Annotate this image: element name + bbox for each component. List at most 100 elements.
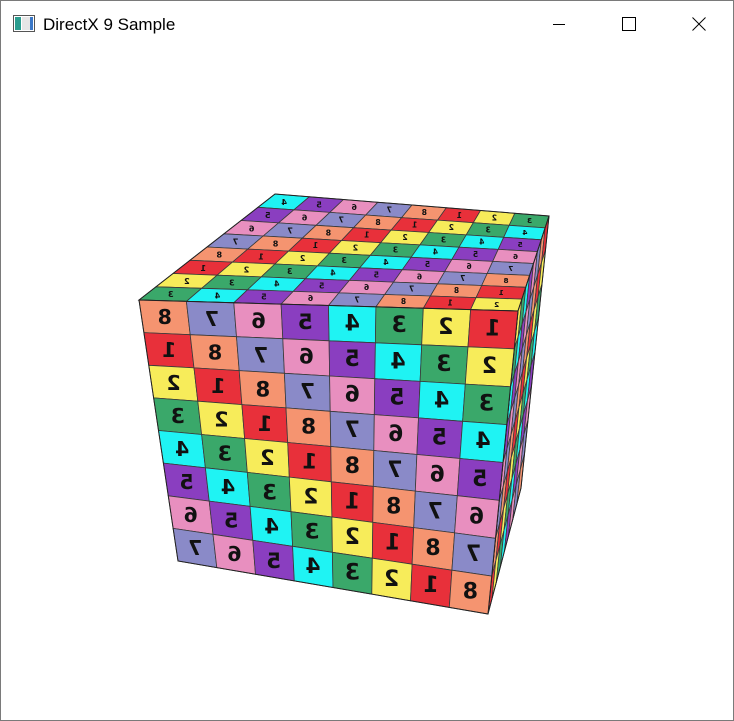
tile-number: 6 <box>469 504 484 529</box>
tile-number: 3 <box>217 441 231 465</box>
tile-number: 8 <box>386 494 401 519</box>
tile-number: 7 <box>387 205 392 214</box>
tile-number: 4 <box>383 258 388 267</box>
minimize-button[interactable] <box>536 1 582 47</box>
tile-number: 6 <box>249 223 255 233</box>
tile-number: 5 <box>319 281 324 290</box>
maximize-button[interactable] <box>606 1 652 47</box>
tile-number: 4 <box>274 280 280 289</box>
maximize-icon <box>622 17 636 31</box>
tile-number: 7 <box>428 499 443 524</box>
tile-number: 6 <box>184 503 198 527</box>
tile-number: 3 <box>436 352 451 377</box>
tile-number: 7 <box>188 536 202 560</box>
tile-number: 7 <box>508 264 513 273</box>
tile-number: 7 <box>204 307 218 331</box>
close-icon <box>692 17 706 31</box>
tile-number: 4 <box>479 238 484 247</box>
tile-number: 3 <box>287 267 293 276</box>
tile-number: 2 <box>345 525 360 550</box>
tile-number: 4 <box>221 475 235 499</box>
tile-number: 2 <box>260 445 275 470</box>
tile-number: 3 <box>262 479 277 504</box>
tile-number: 4 <box>522 228 527 237</box>
tile-number: 5 <box>374 271 379 280</box>
tile-number: 7 <box>460 274 465 283</box>
tile-number: 3 <box>304 519 319 544</box>
tile-number: 8 <box>401 297 406 306</box>
tile-number: 7 <box>409 285 414 294</box>
app-window: DirectX 9 Sample 45678123567812346781234… <box>0 0 734 721</box>
tile-number: 1 <box>447 298 452 307</box>
cube-top-face: 4 5 6 7 8 1 2 35 6 7 8 1 2 3 46 7 8 1 2 3 4 57 8 1 2 3 4 5 68 1 2 3 4 5 6 7… <box>137 193 550 312</box>
tile-number: 1 <box>200 263 206 273</box>
window-title: DirectX 9 Sample <box>43 15 176 34</box>
tile-number: 2 <box>244 265 250 275</box>
tile-number: 6 <box>308 294 313 303</box>
tile-number: 4 <box>305 554 320 579</box>
tile-number: 8 <box>326 228 332 237</box>
tile-number: 7 <box>232 236 238 246</box>
tile-number: 3 <box>391 313 406 338</box>
tile-number: 2 <box>384 567 399 592</box>
tile-number: 7 <box>339 216 345 225</box>
tile-number: 5 <box>316 200 322 210</box>
tile-number: 6 <box>430 462 445 487</box>
tile-number: 8 <box>345 454 360 479</box>
tile-number: 5 <box>224 509 238 533</box>
tile-number: 1 <box>457 211 462 220</box>
tile-number: 4 <box>330 269 336 278</box>
tile-number: 5 <box>472 467 487 492</box>
tile-number: 2 <box>402 233 407 242</box>
tile-number: 1 <box>162 338 176 362</box>
tile-number: 1 <box>258 411 273 436</box>
tile-number: 4 <box>475 429 490 454</box>
tile-number: 2 <box>353 243 358 252</box>
tile-number: 1 <box>302 450 317 475</box>
tile-number: 6 <box>417 272 422 281</box>
tile-number: 8 <box>503 276 508 285</box>
tile-number: 7 <box>300 380 315 405</box>
tile-number: 3 <box>441 235 446 244</box>
tile-number: 8 <box>375 218 380 227</box>
tile-number: 8 <box>256 377 271 402</box>
close-button[interactable] <box>676 1 722 47</box>
tile-number: 5 <box>345 347 360 372</box>
tile-number: 1 <box>485 317 500 342</box>
tile-number: 6 <box>351 203 357 212</box>
tile-number: 6 <box>388 422 403 447</box>
tile-number: 4 <box>214 291 220 301</box>
tile-number: 4 <box>281 197 287 207</box>
tile-number: 3 <box>345 561 360 586</box>
tile-number: 8 <box>425 536 440 561</box>
tile-number: 5 <box>389 386 404 411</box>
render-area[interactable]: 4567812356781234678123457812345681234567… <box>1 48 733 720</box>
tile-number: 2 <box>184 276 190 286</box>
tile-number: 1 <box>345 489 360 514</box>
tile-number: 1 <box>499 288 504 297</box>
tile-number: 1 <box>313 241 319 250</box>
tile-number: 8 <box>272 239 278 249</box>
tile-number: 3 <box>527 216 532 225</box>
tile-number: 2 <box>482 354 497 379</box>
tile-number: 2 <box>449 223 454 232</box>
tile-number: 7 <box>466 542 481 567</box>
tile-number: 7 <box>253 342 268 367</box>
rendered-cube: 4 5 6 7 8 1 2 35 6 7 8 1 2 3 46 7 8 1 2 3 4 57 8 1 2 3 4 5 68 1 2 3 4 5 6 7… <box>137 193 550 615</box>
tile-number: 2 <box>438 315 453 340</box>
tile-number: 3 <box>341 256 346 265</box>
tile-number: 2 <box>214 408 228 432</box>
tile-number: 5 <box>266 548 281 573</box>
tile-number: 6 <box>345 383 360 408</box>
tile-number: 3 <box>485 226 490 235</box>
tile-number: 5 <box>425 260 430 269</box>
title-bar[interactable]: DirectX 9 Sample <box>1 1 733 47</box>
tile-number: 1 <box>364 231 369 240</box>
tile-number: 4 <box>175 437 189 461</box>
tile-number: 2 <box>492 213 497 222</box>
tile-number: 8 <box>208 341 222 365</box>
tile-number: 4 <box>433 248 438 257</box>
tile-number: 8 <box>463 579 478 604</box>
tile-number: 7 <box>387 458 402 483</box>
tile-number: 4 <box>264 514 279 539</box>
